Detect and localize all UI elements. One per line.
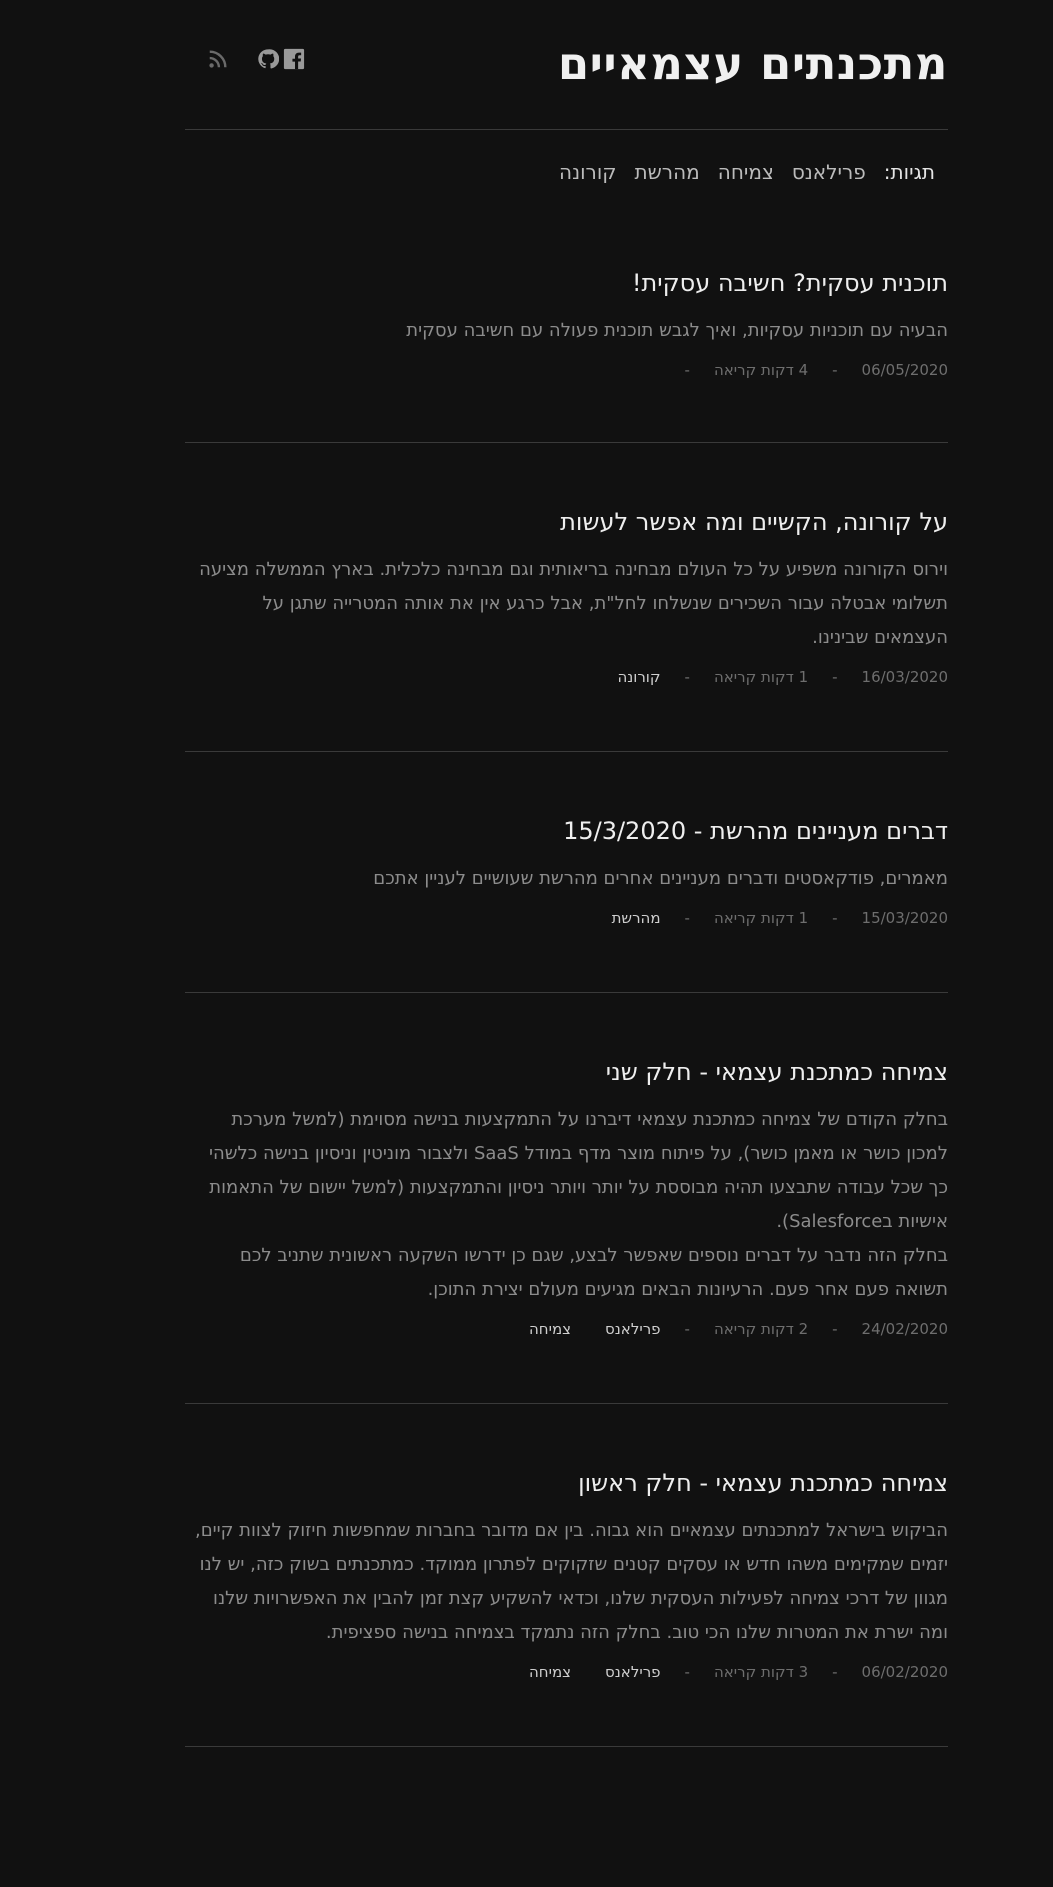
post-read-time: 1 דקות קריאה <box>713 909 809 927</box>
post-excerpt: וירוס הקורונה משפיע על כל העולם מבחינה ב… <box>199 559 948 648</box>
post-tag-link[interactable]: צמיחה <box>529 1660 571 1684</box>
post-date: 06/02/2020 <box>861 1663 948 1681</box>
site-header: מתכנתים עצמאיים <box>185 0 948 130</box>
post-tag-link[interactable]: צמיחה <box>529 1317 571 1341</box>
post-title[interactable]: דברים מעניינים מהרשת - 15/3/2020 <box>185 816 948 846</box>
post-excerpt-continued: בחלק הזה נדבר על דברים נוספים שאפשר לבצע… <box>239 1245 948 1300</box>
post-read-time: 4 דקות קריאה <box>713 361 809 379</box>
meta-separator: - <box>832 909 838 927</box>
meta-separator: - <box>684 909 690 927</box>
post-item: תוכנית עסקית? חשיבה עסקית! הבעיה עם תוכנ… <box>185 190 948 443</box>
post-meta: 06/02/2020 - 3 דקות קריאה - פרילאנס צמיח… <box>185 1660 948 1684</box>
post-date: 06/05/2020 <box>861 361 948 379</box>
site-title[interactable]: מתכנתים עצמאיים <box>558 36 948 92</box>
facebook-icon[interactable] <box>283 48 305 70</box>
meta-separator: - <box>684 668 690 686</box>
post-excerpt: הביקוש בישראל למתכנתים עצמאיים הוא גבוה.… <box>194 1520 948 1643</box>
meta-separator: - <box>832 668 838 686</box>
post-item: צמיחה כמתכנת עצמאי - חלק ראשון הביקוש בי… <box>185 1404 948 1747</box>
tag-link-from-web[interactable]: מהרשת <box>634 160 699 190</box>
meta-separator: - <box>684 1320 690 1338</box>
meta-separator: - <box>832 1320 838 1338</box>
post-item: על קורונה, הקשיים ומה אפשר לעשות וירוס ה… <box>185 443 948 752</box>
tag-link-growth[interactable]: צמיחה <box>718 160 774 190</box>
tags-nav: תגיות: פרילאנס צמיחה מהרשת קורונה <box>185 130 948 190</box>
post-date: 16/03/2020 <box>861 668 948 686</box>
post-excerpt: בחלק הקודם של צמיחה כמתכנת עצמאי דיברנו … <box>208 1109 948 1232</box>
tags-label: תגיות: <box>883 160 935 184</box>
meta-separator: - <box>684 361 690 379</box>
post-tag-link[interactable]: מהרשת <box>612 906 661 930</box>
post-title[interactable]: צמיחה כמתכנת עצמאי - חלק שני <box>185 1057 948 1087</box>
post-meta: 24/02/2020 - 2 דקות קריאה - פרילאנס צמיח… <box>185 1317 948 1341</box>
post-title[interactable]: תוכנית עסקית? חשיבה עסקית! <box>185 268 948 298</box>
rss-icon[interactable] <box>207 48 229 70</box>
page-container: מתכנתים עצמאיים תגיות: פרילאנס צמיחה מהר… <box>185 0 948 1747</box>
post-meta: 15/03/2020 - 1 דקות קריאה - מהרשת <box>185 906 948 930</box>
post-tag-link[interactable]: קורונה <box>617 665 660 689</box>
post-excerpt: הבעיה עם תוכניות עסקיות, ואיך לגבש תוכני… <box>406 320 948 341</box>
meta-separator: - <box>684 1663 690 1681</box>
meta-separator: - <box>832 361 838 379</box>
post-meta: 06/05/2020 - 4 דקות קריאה - <box>185 358 948 382</box>
post-read-time: 1 דקות קריאה <box>713 668 809 686</box>
post-title[interactable]: צמיחה כמתכנת עצמאי - חלק ראשון <box>185 1468 948 1498</box>
tag-link-corona[interactable]: קורונה <box>559 160 616 190</box>
post-item: צמיחה כמתכנת עצמאי - חלק שני בחלק הקודם … <box>185 993 948 1404</box>
post-meta: 16/03/2020 - 1 דקות קריאה - קורונה <box>185 665 948 689</box>
tag-link-freelance[interactable]: פרילאנס <box>792 160 866 190</box>
post-title[interactable]: על קורונה, הקשיים ומה אפשר לעשות <box>185 507 948 537</box>
post-item: דברים מעניינים מהרשת - 15/3/2020 מאמרים,… <box>185 752 948 993</box>
post-read-time: 2 דקות קריאה <box>713 1320 809 1338</box>
github-icon[interactable] <box>257 48 279 70</box>
post-tag-link[interactable]: פרילאנס <box>605 1660 660 1684</box>
post-date: 15/03/2020 <box>861 909 948 927</box>
post-excerpt: מאמרים, פודקאסטים ודברים מעניינים אחרים … <box>373 868 948 889</box>
post-read-time: 3 דקות קריאה <box>713 1663 809 1681</box>
social-links <box>207 48 305 70</box>
post-tag-link[interactable]: פרילאנס <box>605 1317 660 1341</box>
post-date: 24/02/2020 <box>861 1320 948 1338</box>
meta-separator: - <box>832 1663 838 1681</box>
